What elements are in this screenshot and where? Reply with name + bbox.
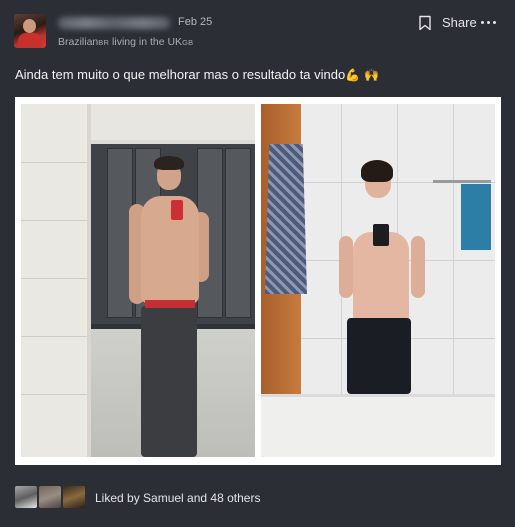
brick-line xyxy=(21,162,91,163)
person-hair xyxy=(154,156,184,170)
caption-text: Ainda tem muito o que melhorar mas o res… xyxy=(15,67,346,82)
more-options-icon[interactable] xyxy=(480,13,498,31)
brick-line xyxy=(21,278,91,279)
author-name-redacted[interactable] xyxy=(58,17,170,29)
post-photo[interactable] xyxy=(15,97,501,465)
phone xyxy=(373,224,389,246)
share-button[interactable]: Share xyxy=(442,14,477,32)
person-pants xyxy=(141,306,197,457)
brick-line xyxy=(21,336,91,337)
towel-rail xyxy=(433,180,491,183)
photo-before xyxy=(261,104,495,457)
bookmark-icon[interactable] xyxy=(418,15,432,31)
post-caption: Ainda tem muito o que melhorar mas o res… xyxy=(15,66,379,84)
liker-avatar[interactable] xyxy=(39,486,61,508)
person-torso xyxy=(141,196,199,304)
author-avatar[interactable] xyxy=(14,14,46,48)
post-date: Feb 25 xyxy=(178,16,213,28)
wall-edge xyxy=(87,104,91,457)
flag-brazil: BR xyxy=(98,38,110,47)
hanging-shirt xyxy=(265,144,307,294)
brick-wall xyxy=(21,104,91,457)
photo-current xyxy=(21,104,255,457)
avatar-face xyxy=(23,19,36,33)
locker xyxy=(225,148,251,318)
person-pants xyxy=(347,318,411,394)
sink-counter xyxy=(261,394,495,457)
caption-emoji: 💪 🙌 xyxy=(345,68,379,82)
brick-line xyxy=(21,220,91,221)
phone xyxy=(171,200,183,220)
post-header: Feb 25 BrazilianBR living in the UKGB Sh… xyxy=(14,13,501,51)
brick-line xyxy=(21,394,91,395)
towel xyxy=(461,184,491,250)
waistband xyxy=(145,300,195,308)
liker-avatar[interactable] xyxy=(63,486,85,508)
likes-summary[interactable]: Liked by Samuel and 48 others xyxy=(95,490,260,506)
locker-room-ceiling xyxy=(91,104,255,140)
person-hair xyxy=(361,160,393,182)
person-arm xyxy=(339,236,353,298)
subtitle-rest: living in the UK xyxy=(109,36,183,48)
flag-uk: GB xyxy=(182,38,194,47)
likes-row: Liked by Samuel and 48 others xyxy=(15,486,495,510)
post-card: Feb 25 BrazilianBR living in the UKGB Sh… xyxy=(0,0,515,527)
person-arm xyxy=(411,236,425,298)
liker-avatar[interactable] xyxy=(15,486,37,508)
subtitle-main: Brazilian xyxy=(58,36,99,48)
author-subtitle: BrazilianBR living in the UKGB xyxy=(58,35,193,50)
avatar-torso xyxy=(18,33,42,48)
